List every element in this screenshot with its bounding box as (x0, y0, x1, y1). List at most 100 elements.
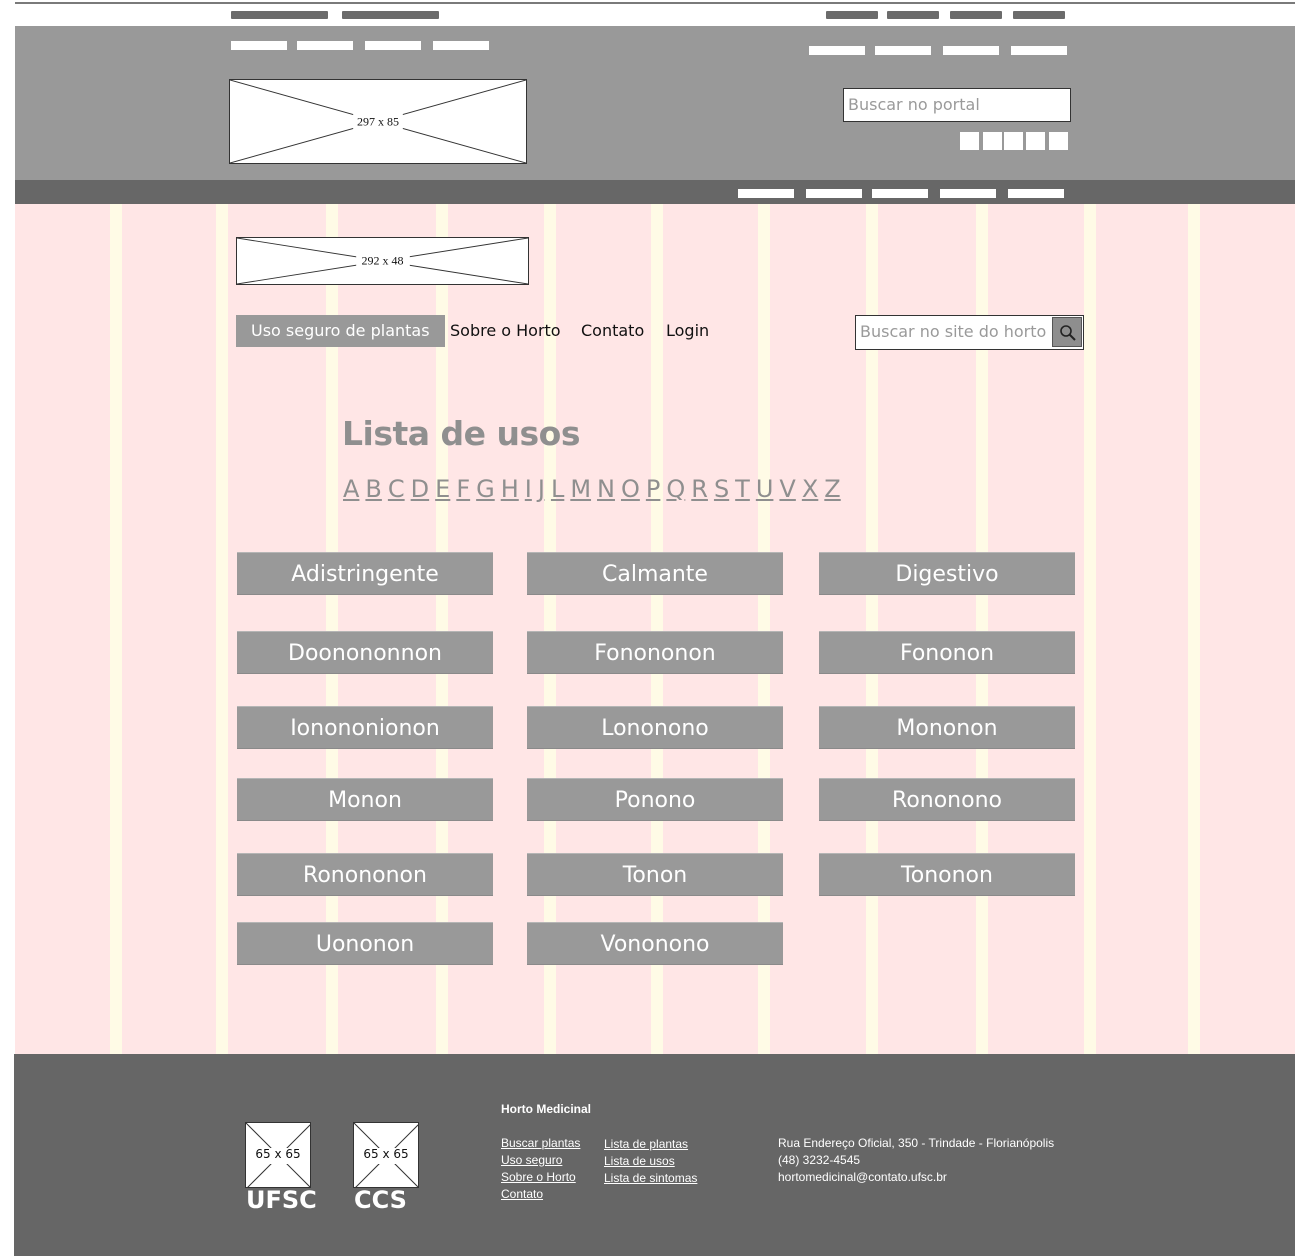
horto-logo[interactable]: 292 x 48 (236, 237, 529, 285)
use-button[interactable]: Monon (237, 778, 493, 821)
utility-link[interactable] (1013, 11, 1065, 19)
alphabet-letter-c[interactable]: C (388, 475, 411, 503)
portal-header: 297 x 85 Buscar no portal (15, 26, 1295, 180)
footer-link-contato[interactable]: Contato (501, 1187, 543, 1201)
alphabet-letter-o[interactable]: O (621, 475, 646, 503)
alphabet-letter-d[interactable]: D (411, 475, 435, 503)
use-button[interactable]: Fonononon (527, 631, 783, 674)
alphabet-letter-m[interactable]: M (570, 475, 597, 503)
use-button[interactable]: Digestivo (819, 552, 1075, 595)
portal-nav-link[interactable] (1008, 189, 1064, 198)
portal-search-input[interactable]: Buscar no portal (843, 88, 1071, 122)
alphabet-letter-v[interactable]: V (779, 475, 801, 503)
footer-title: Horto Medicinal (501, 1102, 592, 1116)
alphabet-index: ABCDEFGHIJLMNOPQRSTUVXZ (343, 475, 847, 503)
portal-logo-size: 297 x 85 (357, 114, 399, 128)
portal-nav-link[interactable] (738, 189, 794, 198)
ufsc-logo-size: 65 x 65 (255, 1147, 301, 1161)
alphabet-letter-s[interactable]: S (714, 475, 735, 503)
grid-guide (1186, 204, 1204, 1054)
alphabet-letter-a[interactable]: A (343, 475, 365, 503)
use-button[interactable]: Ionononionon (237, 706, 493, 749)
use-button[interactable]: Adistringente (237, 552, 493, 595)
footer: 65 x 65 UFSC 65 x 65 CCS Horto Medicinal… (14, 1054, 1295, 1256)
footer-email: hortomedicinal@contato.ufsc.br (778, 1170, 947, 1184)
footer-link-buscar-plantas[interactable]: Buscar plantas (501, 1136, 580, 1150)
horto-search-input[interactable]: Buscar no site do horto (855, 315, 1084, 350)
portal-logo[interactable]: 297 x 85 (229, 79, 527, 164)
use-button[interactable]: Mononon (819, 706, 1075, 749)
portal-nav-link[interactable] (872, 189, 928, 198)
alphabet-letter-h[interactable]: H (501, 475, 525, 503)
use-button[interactable]: Tonon (527, 853, 783, 896)
social-icon[interactable] (1049, 132, 1068, 150)
ufsc-logo[interactable]: 65 x 65 (245, 1122, 311, 1188)
alphabet-letter-q[interactable]: Q (666, 475, 691, 503)
portal-nav-link[interactable] (806, 189, 862, 198)
nav-tab-uso-seguro[interactable]: Uso seguro de plantas (236, 315, 445, 347)
accessibility-link[interactable] (297, 41, 353, 50)
alphabet-letter-l[interactable]: L (551, 475, 570, 503)
utility-link[interactable] (342, 11, 439, 19)
use-button[interactable]: Ponono (527, 778, 783, 821)
utility-link[interactable] (231, 11, 328, 19)
alphabet-letter-b[interactable]: B (365, 475, 387, 503)
footer-link-lista-plantas[interactable]: Lista de plantas (604, 1137, 688, 1151)
accessibility-link[interactable] (365, 41, 421, 50)
alphabet-letter-p[interactable]: P (646, 475, 666, 503)
search-button[interactable] (1052, 317, 1082, 347)
alphabet-letter-j[interactable]: J (538, 475, 551, 503)
header-link[interactable] (875, 46, 931, 55)
social-icon[interactable] (1026, 132, 1045, 150)
accessibility-link[interactable] (433, 41, 489, 50)
search-icon (1060, 325, 1076, 341)
nav-tab-sobre[interactable]: Sobre o Horto (450, 315, 561, 347)
nav-tab-contato[interactable]: Contato (581, 315, 644, 347)
alphabet-letter-u[interactable]: U (756, 475, 780, 503)
horto-search-placeholder: Buscar no site do horto (860, 322, 1047, 341)
grid-guide (108, 204, 126, 1054)
portal-nav-link[interactable] (940, 189, 996, 198)
alphabet-letter-t[interactable]: T (735, 475, 756, 503)
page-title: Lista de usos (342, 414, 580, 453)
use-button[interactable]: Doonononnon (237, 631, 493, 674)
use-button[interactable]: Calmante (527, 552, 783, 595)
use-button[interactable]: Uononon (237, 922, 493, 965)
main-content: 292 x 48 Uso seguro de plantas Sobre o H… (15, 204, 1295, 1054)
ufsc-label: UFSC (246, 1186, 317, 1214)
nav-tab-login[interactable]: Login (666, 315, 709, 347)
social-icon[interactable] (983, 132, 1002, 150)
alphabet-letter-e[interactable]: E (435, 475, 456, 503)
ccs-label: CCS (354, 1186, 407, 1214)
social-icon[interactable] (960, 132, 979, 150)
use-button[interactable]: Ronononon (237, 853, 493, 896)
footer-link-lista-sintomas[interactable]: Lista de sintomas (604, 1171, 697, 1185)
alphabet-letter-f[interactable]: F (456, 475, 476, 503)
horto-logo-size: 292 x 48 (361, 253, 404, 268)
alphabet-letter-g[interactable]: G (476, 475, 501, 503)
header-link[interactable] (1011, 46, 1067, 55)
use-button[interactable]: Lononono (527, 706, 783, 749)
alphabet-letter-x[interactable]: X (802, 475, 824, 503)
top-utility-bar (15, 2, 1295, 26)
use-button[interactable]: Rononono (819, 778, 1075, 821)
grid-guide (1082, 204, 1100, 1054)
utility-link[interactable] (826, 11, 878, 19)
alphabet-letter-n[interactable]: N (597, 475, 621, 503)
footer-link-lista-usos[interactable]: Lista de usos (604, 1154, 675, 1168)
alphabet-letter-i[interactable]: I (525, 475, 538, 503)
social-icon[interactable] (1004, 132, 1023, 150)
use-button[interactable]: Tononon (819, 853, 1075, 896)
header-link[interactable] (943, 46, 999, 55)
footer-link-uso-seguro[interactable]: Uso seguro (501, 1153, 562, 1167)
ccs-logo[interactable]: 65 x 65 (353, 1122, 419, 1188)
accessibility-link[interactable] (231, 41, 287, 50)
use-button[interactable]: Fononon (819, 631, 1075, 674)
utility-link[interactable] (950, 11, 1002, 19)
alphabet-letter-z[interactable]: Z (824, 475, 846, 503)
alphabet-letter-r[interactable]: R (691, 475, 714, 503)
utility-link[interactable] (887, 11, 939, 19)
header-link[interactable] (809, 46, 865, 55)
use-button[interactable]: Vononono (527, 922, 783, 965)
footer-link-sobre-horto[interactable]: Sobre o Horto (501, 1170, 576, 1184)
